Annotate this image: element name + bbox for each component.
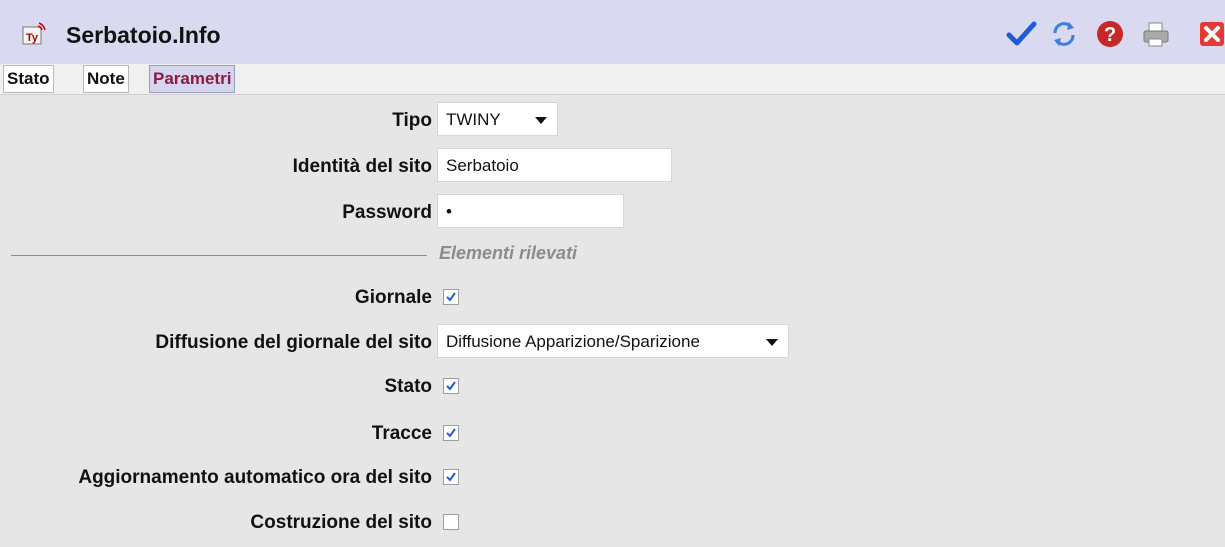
stato-label: Stato — [384, 376, 433, 397]
tipo-value: TWINY — [446, 110, 501, 129]
identita-label: Identità del sito — [292, 156, 432, 177]
refresh-icon[interactable] — [1048, 18, 1080, 50]
identita-input[interactable]: Serbatoio — [437, 148, 672, 182]
password-input[interactable]: • — [437, 194, 624, 228]
check-icon[interactable] — [1005, 18, 1037, 50]
print-icon[interactable] — [1140, 18, 1172, 50]
password-value: • — [446, 202, 452, 221]
tab-bar: Stato Note Parametri — [0, 64, 1225, 95]
giornale-label: Giornale — [354, 287, 432, 308]
chevron-down-icon — [766, 339, 778, 346]
identita-value: Serbatoio — [446, 156, 519, 175]
aggiornamento-checkbox[interactable] — [443, 469, 459, 485]
svg-text:Ty: Ty — [26, 32, 39, 44]
section-title: Elementi rilevati — [439, 243, 578, 263]
tab-note[interactable]: Note — [83, 65, 129, 93]
diffusione-select[interactable]: Diffusione Apparizione/Sparizione — [437, 324, 789, 358]
password-label: Password — [342, 202, 432, 223]
diffusione-label: Diffusione del giornale del sito — [155, 332, 432, 353]
check-mark-icon — [446, 381, 456, 391]
check-mark-icon — [446, 472, 456, 482]
app-icon: Ty — [22, 22, 46, 45]
tracce-checkbox[interactable] — [443, 425, 459, 441]
tipo-label: Tipo — [392, 110, 432, 131]
window-title: Serbatoio.Info — [66, 22, 221, 48]
costruzione-label: Costruzione del sito — [250, 512, 432, 533]
diffusione-value: Diffusione Apparizione/Sparizione — [446, 332, 700, 351]
costruzione-checkbox[interactable] — [443, 514, 459, 530]
chevron-down-icon — [535, 117, 547, 124]
tab-stato[interactable]: Stato — [3, 65, 54, 93]
section-divider — [11, 255, 427, 256]
tipo-select[interactable]: TWINY — [437, 102, 558, 136]
svg-text:?: ? — [1104, 24, 1116, 46]
aggiornamento-label: Aggiornamento automatico ora del sito — [78, 467, 432, 488]
giornale-checkbox[interactable] — [443, 289, 459, 305]
check-mark-icon — [446, 292, 456, 302]
check-mark-icon — [446, 428, 456, 438]
stato-checkbox[interactable] — [443, 378, 459, 394]
close-icon[interactable] — [1196, 18, 1225, 50]
tab-parametri[interactable]: Parametri — [149, 65, 236, 93]
title-bar: Ty Serbatoio.Info ? — [0, 0, 1225, 66]
help-icon[interactable]: ? — [1094, 18, 1126, 50]
tracce-label: Tracce — [371, 423, 432, 444]
